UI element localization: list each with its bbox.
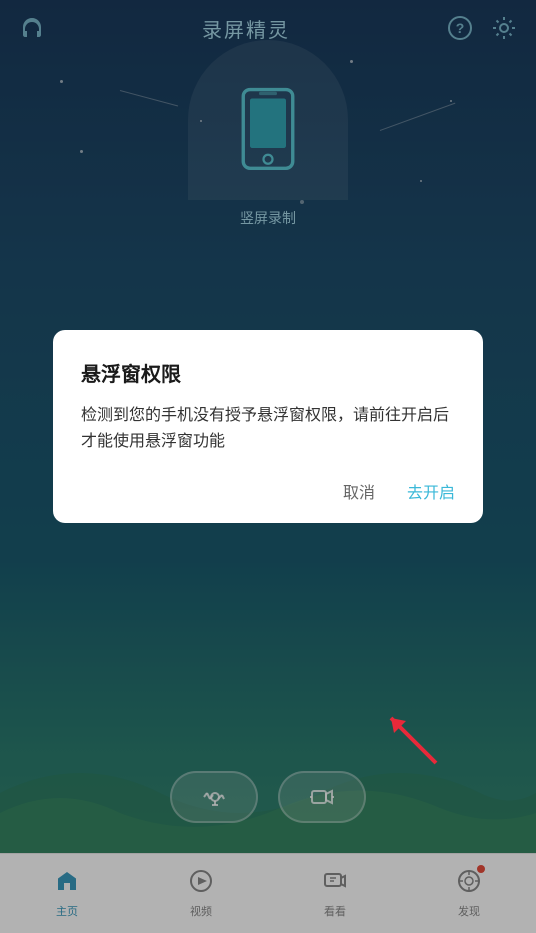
app-background: 录屏精灵 ? — [0, 0, 536, 933]
arrow-annotation — [376, 703, 456, 788]
confirm-button[interactable]: 去开启 — [407, 479, 455, 503]
cancel-button[interactable]: 取消 — [343, 479, 375, 503]
dialog-overlay: 悬浮窗权限 检测到您的手机没有授予悬浮窗权限，请前往开启后才能使用悬浮窗功能 取… — [0, 0, 536, 933]
permission-dialog: 悬浮窗权限 检测到您的手机没有授予悬浮窗权限，请前往开启后才能使用悬浮窗功能 取… — [53, 330, 483, 522]
dialog-actions: 取消 去开启 — [81, 479, 455, 503]
dialog-title: 悬浮窗权限 — [81, 358, 455, 387]
dialog-body: 检测到您的手机没有授予悬浮窗权限，请前往开启后才能使用悬浮窗功能 — [81, 403, 455, 454]
